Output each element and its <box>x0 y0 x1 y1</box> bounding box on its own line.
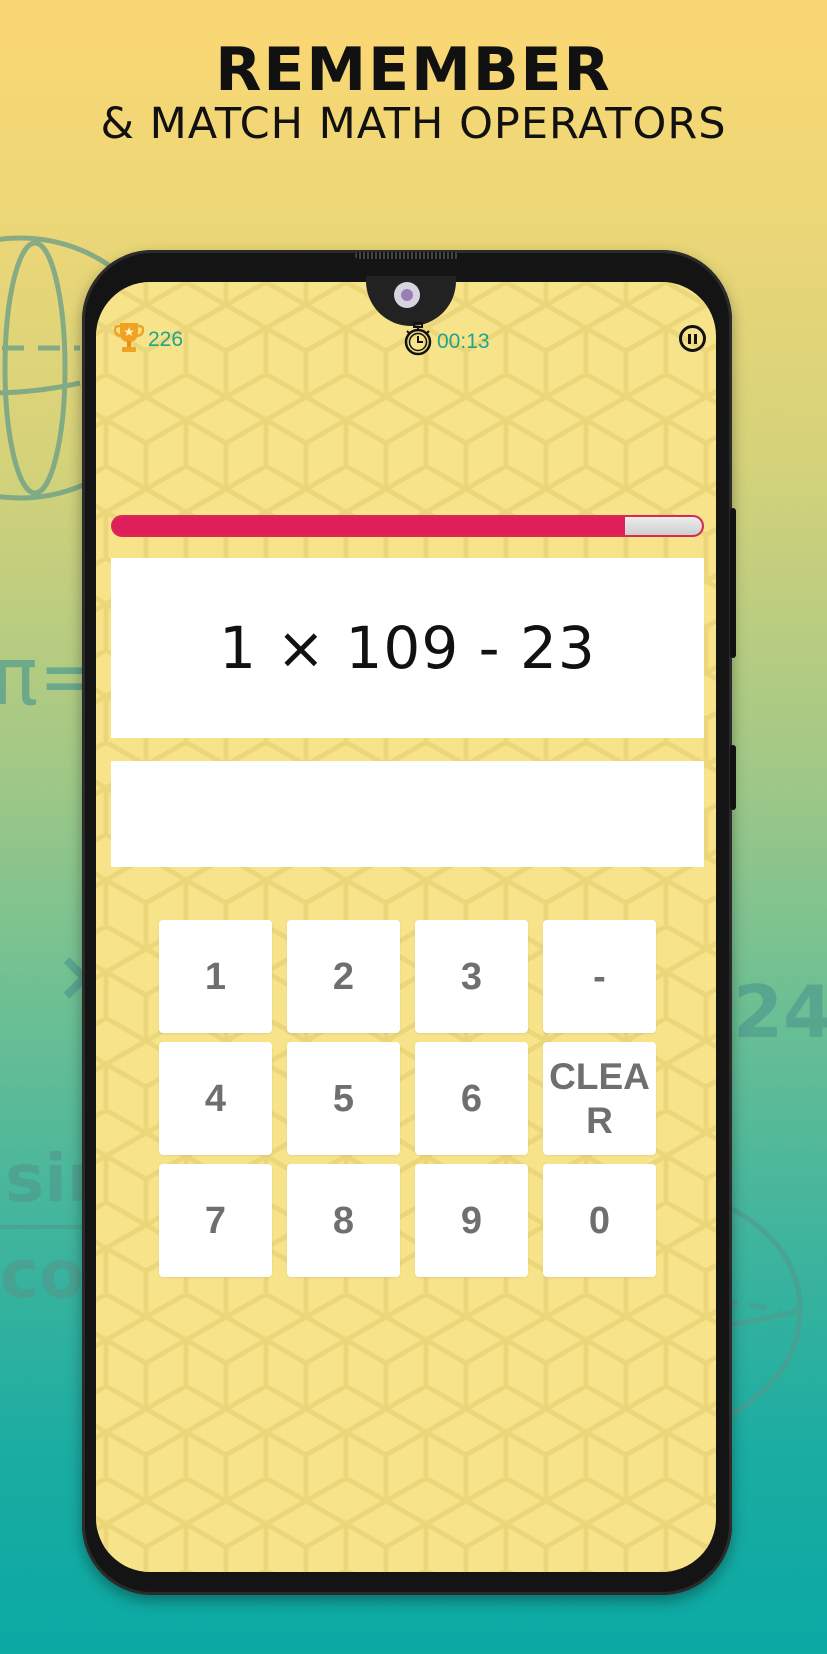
time-progress-remaining-track <box>625 517 702 535</box>
key-2[interactable]: 2 <box>287 920 400 1033</box>
stopwatch-icon <box>403 322 433 361</box>
co-doodle: co <box>0 1236 85 1313</box>
fraction-line-doodle <box>0 1225 85 1229</box>
key-3[interactable]: 3 <box>415 920 528 1033</box>
score-display: 226 <box>113 320 184 359</box>
key-minus[interactable]: - <box>543 920 656 1033</box>
key-6[interactable]: 6 <box>415 1042 528 1155</box>
key-clear[interactable]: CLEAR <box>543 1042 656 1155</box>
expression-card: 1 × 109 - 23 <box>111 558 704 738</box>
phone-power-button <box>730 745 736 810</box>
promo-header: REMEMBER & MATCH MATH OPERATORS <box>0 34 827 148</box>
trophy-icon <box>113 320 145 359</box>
key-9[interactable]: 9 <box>415 1164 528 1277</box>
key-4[interactable]: 4 <box>159 1042 272 1155</box>
key-0[interactable]: 0 <box>543 1164 656 1277</box>
number-doodle: 24- <box>733 970 827 1054</box>
number-keypad: 1 2 3- 4 5 6 CLEAR 7 8 9 0 <box>159 920 658 1277</box>
pause-button[interactable] <box>679 325 706 352</box>
phone-volume-button <box>730 508 736 658</box>
phone-speaker <box>355 252 459 259</box>
timer-display: 00:13 <box>403 322 490 361</box>
promo-headline: REMEMBER <box>215 35 612 105</box>
pause-icon <box>687 333 699 344</box>
game-top-bar: 226 00:13 <box>113 320 706 361</box>
key-7[interactable]: 7 <box>159 1164 272 1277</box>
key-8[interactable]: 8 <box>287 1164 400 1277</box>
front-camera <box>394 282 420 308</box>
timer-value: 00:13 <box>437 329 490 353</box>
time-progress-bar <box>111 515 704 537</box>
expression-text: 1 × 109 - 23 <box>219 614 596 682</box>
key-1[interactable]: 1 <box>159 920 272 1033</box>
promo-subheadline: & MATCH MATH OPERATORS <box>100 99 727 149</box>
answer-field[interactable] <box>111 761 704 867</box>
key-5[interactable]: 5 <box>287 1042 400 1155</box>
score-value: 226 <box>148 327 184 351</box>
